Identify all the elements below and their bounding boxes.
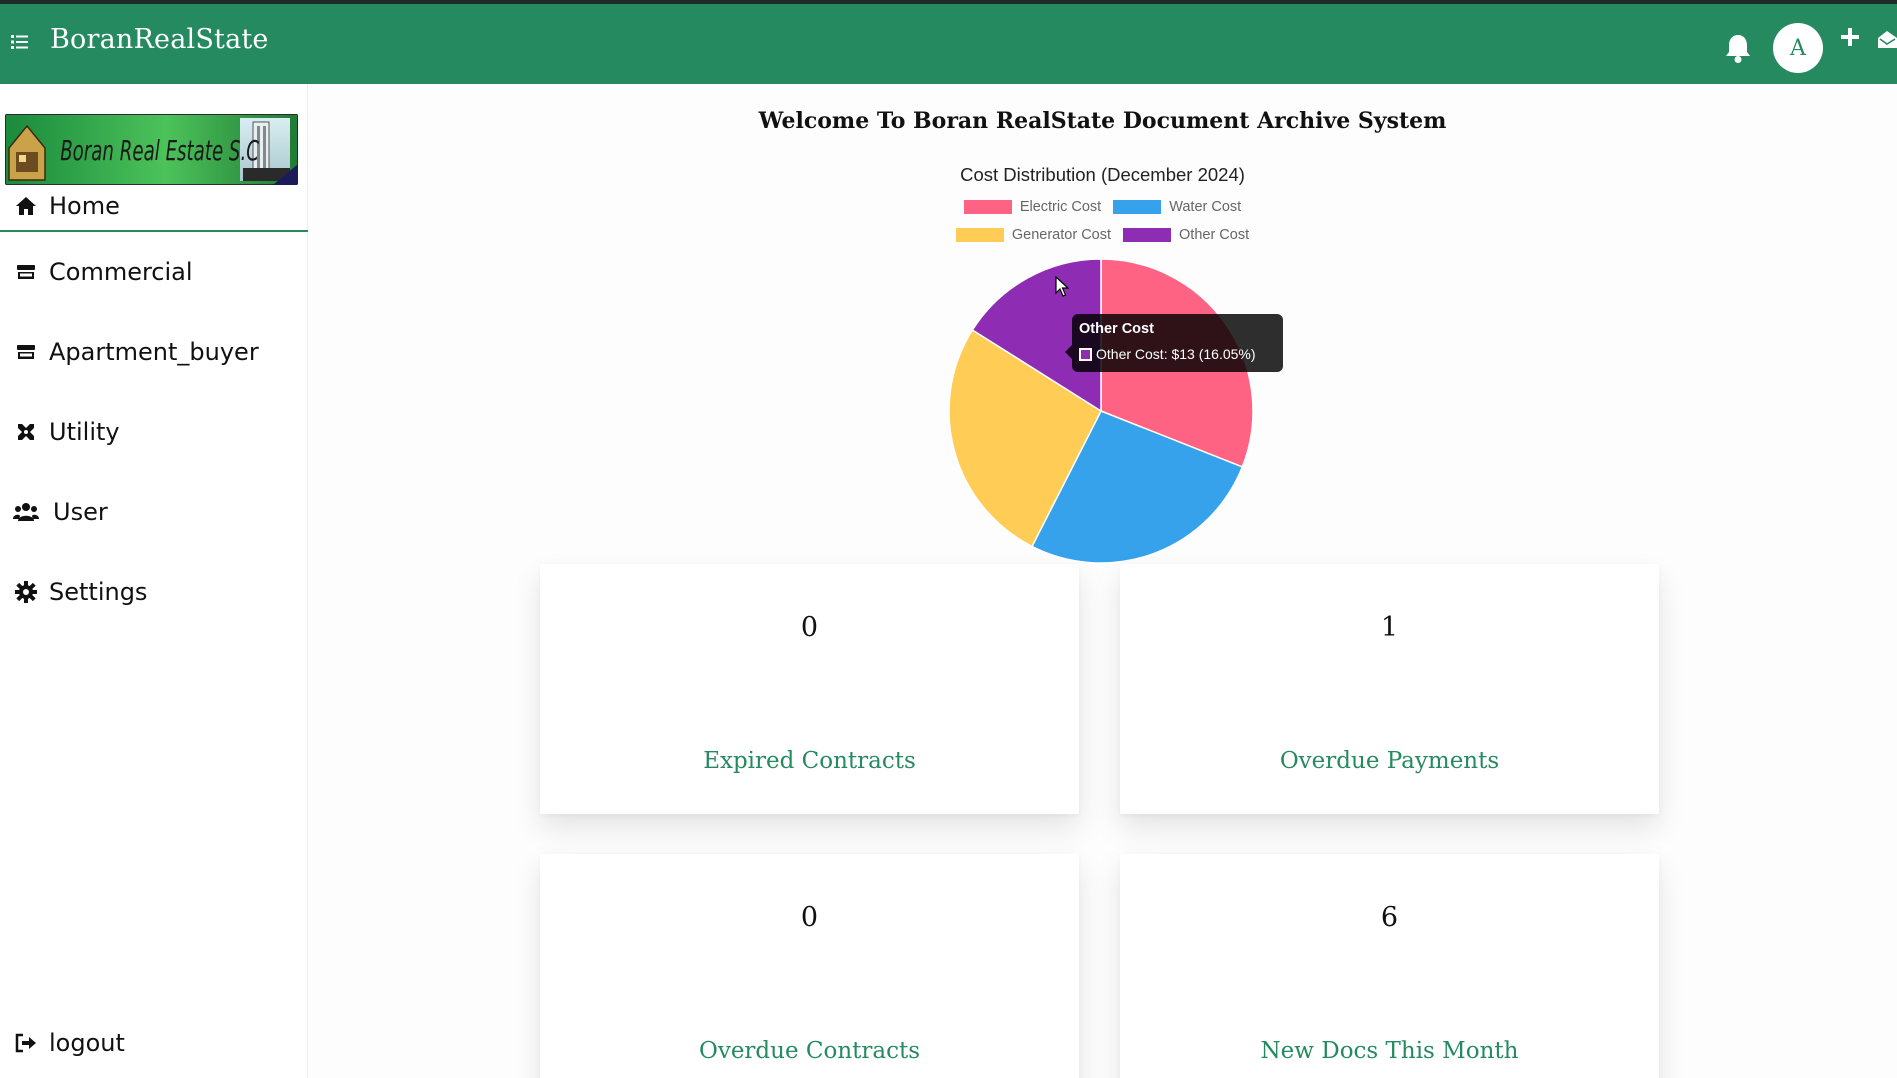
main-content: Welcome To Boran RealState Document Arch… — [308, 84, 1897, 1078]
card-label[interactable]: Expired Contracts — [540, 748, 1079, 774]
legend-item-water[interactable]: Water Cost — [1113, 199, 1241, 215]
store-icon — [13, 261, 39, 283]
legend-item-other[interactable]: Other Cost — [1123, 227, 1249, 243]
card-value: 0 — [800, 902, 819, 933]
envelope-open-icon[interactable] — [1876, 28, 1897, 50]
tooltip-text: Other Cost: $13 (16.05%) — [1096, 346, 1256, 362]
sidebar-item-utility[interactable]: Utility — [0, 407, 308, 457]
sidebar-item-label: Home — [49, 192, 120, 220]
card-label[interactable]: Overdue Payments — [1120, 748, 1659, 774]
sidebar-item-commercial[interactable]: Commercial — [0, 247, 308, 297]
chart-title: Cost Distribution (December 2024) — [960, 164, 1245, 185]
chart-tooltip: Other Cost Other Cost: $13 (16.05%) — [1072, 314, 1283, 372]
overdue-contracts-card[interactable]: 0 Overdue Contracts — [540, 854, 1079, 1078]
legend-label: Generator Cost — [1011, 227, 1112, 243]
card-value: 0 — [800, 612, 819, 643]
cost-pie-chart[interactable] — [946, 256, 1256, 566]
gear-icon — [13, 581, 39, 603]
card-label[interactable]: Overdue Contracts — [540, 1038, 1079, 1064]
users-icon — [13, 501, 39, 523]
sidebar-item-home[interactable]: Home — [0, 182, 308, 232]
sign-out-icon — [13, 1032, 39, 1054]
sidebar-item-label: Utility — [49, 418, 120, 446]
home-icon — [13, 195, 39, 217]
legend-swatch — [963, 200, 1012, 214]
avatar[interactable]: A — [1773, 23, 1823, 73]
sidebar-item-label: Settings — [49, 578, 148, 606]
page-title: Welcome To Boran RealState Document Arch… — [758, 108, 1447, 134]
new-docs-card[interactable]: 6 New Docs This Month — [1120, 854, 1659, 1078]
tooltip-swatch — [1079, 347, 1092, 361]
app-title[interactable]: BoranRealState — [50, 24, 269, 55]
tools-icon — [13, 421, 39, 443]
tooltip-title: Other Cost — [1079, 321, 1154, 337]
mouse-pointer-icon — [1055, 276, 1069, 297]
legend-label: Other Cost — [1179, 227, 1250, 243]
sidebar-item-settings[interactable]: Settings — [0, 567, 308, 617]
tooltip-caret — [1065, 345, 1072, 359]
card-value: 1 — [1380, 612, 1399, 643]
legend-swatch — [1123, 228, 1172, 242]
logout-button[interactable]: logout — [0, 1018, 308, 1068]
legend-label: Water Cost — [1169, 199, 1242, 215]
overdue-payments-card[interactable]: 1 Overdue Payments — [1120, 564, 1659, 814]
legend-item-electric[interactable]: Electric Cost — [963, 199, 1102, 215]
sidebar: Boran Real Estate S.C Home Commercial Ap… — [0, 84, 308, 1078]
chart-legend-row-2: Generator Cost Other Cost — [308, 227, 1897, 243]
legend-swatch — [955, 228, 1004, 242]
chart-legend-row-1: Electric Cost Water Cost — [308, 199, 1897, 215]
sidebar-item-label: User — [53, 498, 108, 526]
company-logo[interactable]: Boran Real Estate S.C — [5, 114, 298, 185]
card-value: 6 — [1380, 902, 1399, 933]
store-icon — [13, 341, 39, 363]
legend-label: Electric Cost — [1019, 199, 1102, 215]
sidebar-item-apartment-buyer[interactable]: Apartment_buyer — [0, 327, 308, 377]
sidebar-item-label: Commercial — [49, 258, 193, 286]
bell-icon[interactable] — [1723, 32, 1753, 64]
expired-contracts-card[interactable]: 0 Expired Contracts — [540, 564, 1079, 814]
sidebar-item-user[interactable]: User — [0, 487, 308, 537]
logout-label: logout — [49, 1029, 125, 1057]
svg-text:Boran Real Estate S.C: Boran Real Estate S.C — [60, 135, 259, 167]
top-navbar: BoranRealState A — [0, 4, 1897, 84]
list-menu-icon[interactable] — [10, 32, 30, 52]
tooltip-line: Other Cost: $13 (16.05%) — [1079, 346, 1256, 362]
legend-item-generator[interactable]: Generator Cost — [955, 227, 1112, 243]
legend-swatch — [1113, 200, 1162, 214]
sidebar-item-label: Apartment_buyer — [49, 338, 259, 366]
plus-icon[interactable] — [1840, 26, 1860, 48]
card-label[interactable]: New Docs This Month — [1120, 1038, 1659, 1064]
